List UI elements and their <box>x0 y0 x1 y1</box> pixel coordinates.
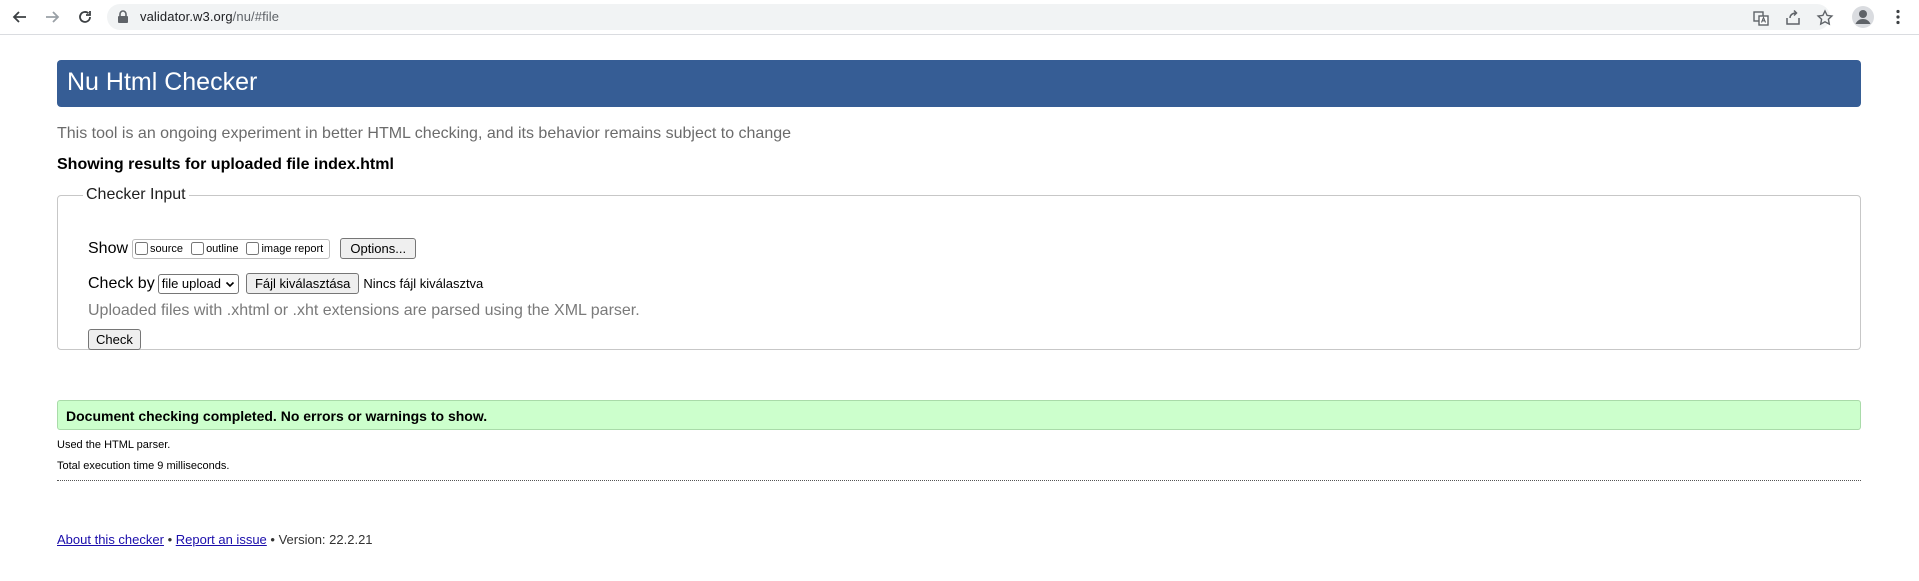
show-row: Show source outline image report Options… <box>88 238 417 259</box>
options-button[interactable]: Options... <box>340 238 417 259</box>
footer-bullet: • <box>163 532 176 547</box>
show-outline-option[interactable]: outline <box>191 242 238 255</box>
more-options-icon[interactable] <box>1889 8 1907 26</box>
back-icon[interactable] <box>8 5 32 29</box>
success-message-box: Document checking completed. No errors o… <box>57 400 1861 430</box>
choose-file-button[interactable]: Fájl kiválasztása <box>245 273 360 294</box>
about-checker-link[interactable]: About this checker <box>57 532 164 547</box>
check-by-row: Check by file upload Fájl kiválasztása N… <box>88 273 483 294</box>
check-by-select[interactable]: file upload <box>157 273 239 294</box>
show-source-checkbox[interactable] <box>135 242 149 255</box>
translate-icon[interactable] <box>1752 9 1770 27</box>
checker-input-legend: Checker Input <box>86 186 186 203</box>
show-outline-checkbox[interactable] <box>191 242 205 255</box>
check-by-value: file upload <box>161 276 221 291</box>
forward-icon[interactable] <box>40 5 64 29</box>
url-text[interactable]: validator.w3.org/nu/#file <box>140 9 279 24</box>
address-bar[interactable]: validator.w3.org/nu/#file <box>107 4 1834 30</box>
intro-text: This tool is an ongoing experiment in be… <box>57 125 792 142</box>
profile-avatar-icon[interactable] <box>1852 6 1874 28</box>
file-status-text: Nincs fájl kiválasztva <box>363 276 484 291</box>
url-path: /nu/#file <box>232 9 280 24</box>
report-issue-link[interactable]: Report an issue <box>176 532 267 547</box>
showing-results-heading: Showing results for uploaded file index.… <box>57 156 394 173</box>
chevron-down-icon <box>225 281 235 287</box>
page-title: Nu Html Checker <box>67 68 258 96</box>
success-message: Document checking completed. No errors o… <box>66 408 488 424</box>
version-text: • Version: 22.2.21 <box>266 532 373 547</box>
show-label: Show <box>88 239 129 257</box>
bookmark-star-icon[interactable] <box>1816 9 1834 27</box>
lock-icon[interactable] <box>117 10 129 24</box>
share-icon[interactable] <box>1784 9 1802 27</box>
show-source-label: source <box>150 242 184 255</box>
check-button[interactable]: Check <box>88 329 141 350</box>
show-source-option[interactable]: source <box>135 242 183 255</box>
checker-input-fieldset: Checker Input Show source outline image … <box>57 186 1861 350</box>
parser-note: Used the HTML parser. <box>57 439 171 451</box>
dotted-divider <box>57 480 1861 481</box>
show-image-report-label: image report <box>261 242 324 255</box>
browser-toolbar: validator.w3.org/nu/#file <box>0 0 1919 35</box>
show-image-report-option[interactable]: image report <box>246 242 323 255</box>
xml-parser-note: Uploaded files with .xhtml or .xht exten… <box>88 302 640 319</box>
execution-time-note: Total execution time 9 milliseconds. <box>57 460 230 472</box>
url-host: validator.w3.org <box>140 9 233 24</box>
show-outline-label: outline <box>206 242 239 255</box>
check-by-label: Check by <box>88 274 155 292</box>
show-image-report-checkbox[interactable] <box>246 242 260 255</box>
page-header-banner: Nu Html Checker <box>57 60 1861 107</box>
footer: About this checker • Report an issue • V… <box>57 532 373 547</box>
reload-icon[interactable] <box>73 5 97 29</box>
show-options-group: source outline image report <box>132 238 331 259</box>
